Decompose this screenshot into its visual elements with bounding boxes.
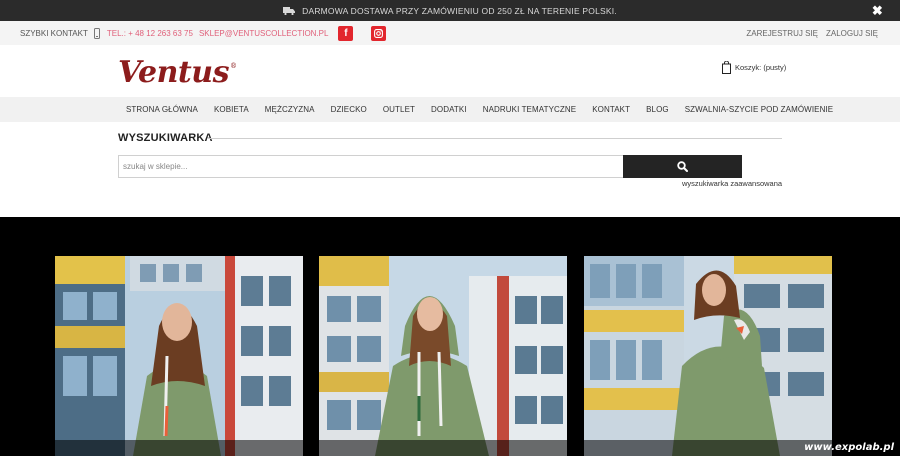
cart[interactable]: Koszyk: (pusty) xyxy=(722,61,786,74)
nav-item-outlet[interactable]: OUTLET xyxy=(383,105,415,114)
instagram-icon[interactable] xyxy=(371,25,387,41)
search-icon xyxy=(677,161,688,172)
search-input[interactable] xyxy=(118,155,624,178)
search-title: WYSZUKIWARKA xyxy=(118,132,213,144)
nav-item-accessories[interactable]: DODATKI xyxy=(431,105,467,114)
product-gallery: www.expolab.pl xyxy=(0,217,900,456)
watermark: www.expolab.pl xyxy=(804,442,894,453)
promo-bar: DARMOWA DOSTAWA PRZY ZAMÓWIENIU OD 250 Z… xyxy=(0,0,900,21)
cart-label: Koszyk: (pusty) xyxy=(735,63,787,72)
logo[interactable]: Ventus® xyxy=(118,55,237,90)
close-icon[interactable]: ✖ xyxy=(872,3,883,19)
nav-item-themed-prints[interactable]: NADRUKI TEMATYCZNE xyxy=(483,105,577,114)
advanced-search-link[interactable]: wyszukiwarka zaawansowana xyxy=(682,179,782,188)
product-photo[interactable] xyxy=(319,256,567,456)
nav-item-contact[interactable]: KONTAKT xyxy=(592,105,630,114)
facebook-icon[interactable]: f xyxy=(338,25,354,41)
nav-item-men[interactable]: MĘŻCZYZNA xyxy=(265,105,315,114)
nav-item-tailoring[interactable]: SZWALNIA-SZYCIE POD ZAMÓWIENIE xyxy=(685,105,834,114)
truck-icon xyxy=(283,6,296,15)
registered-mark: ® xyxy=(229,62,237,70)
product-photo[interactable] xyxy=(584,256,832,456)
nav-item-blog[interactable]: BLOG xyxy=(646,105,669,114)
email-link[interactable]: SKLEP@VENTUSCOLLECTION.PL xyxy=(199,29,329,38)
nav-item-kids[interactable]: DZIECKO xyxy=(331,105,367,114)
nav-item-home[interactable]: STRONA GŁÓWNA xyxy=(126,105,198,114)
top-contact-bar: SZYBKI KONTAKT TEL.: + 48 12 263 63 75 S… xyxy=(0,21,900,45)
photo-caption-bar xyxy=(319,440,567,456)
main-nav: STRONA GŁÓWNA KOBIETA MĘŻCZYZNA DZIECKO … xyxy=(0,97,900,122)
promo-text: DARMOWA DOSTAWA PRZY ZAMÓWIENIU OD 250 Z… xyxy=(302,5,617,16)
photo-caption-bar xyxy=(584,440,832,456)
nav-item-women[interactable]: KOBIETA xyxy=(214,105,249,114)
search-button[interactable] xyxy=(623,155,742,178)
login-link[interactable]: ZALOGUJ SIĘ xyxy=(826,29,878,38)
section-divider xyxy=(207,138,782,139)
phone-number[interactable]: TEL.: + 48 12 263 63 75 xyxy=(107,29,193,38)
shopping-bag-icon xyxy=(722,61,731,74)
quick-contact-label: SZYBKI KONTAKT xyxy=(20,28,88,38)
phone-icon xyxy=(93,27,100,39)
product-photo[interactable] xyxy=(55,256,303,456)
header: Ventus® Koszyk: (pusty) xyxy=(0,45,900,97)
register-link[interactable]: ZAREJESTRUJ SIĘ xyxy=(746,29,818,38)
photo-caption-bar xyxy=(55,440,303,456)
